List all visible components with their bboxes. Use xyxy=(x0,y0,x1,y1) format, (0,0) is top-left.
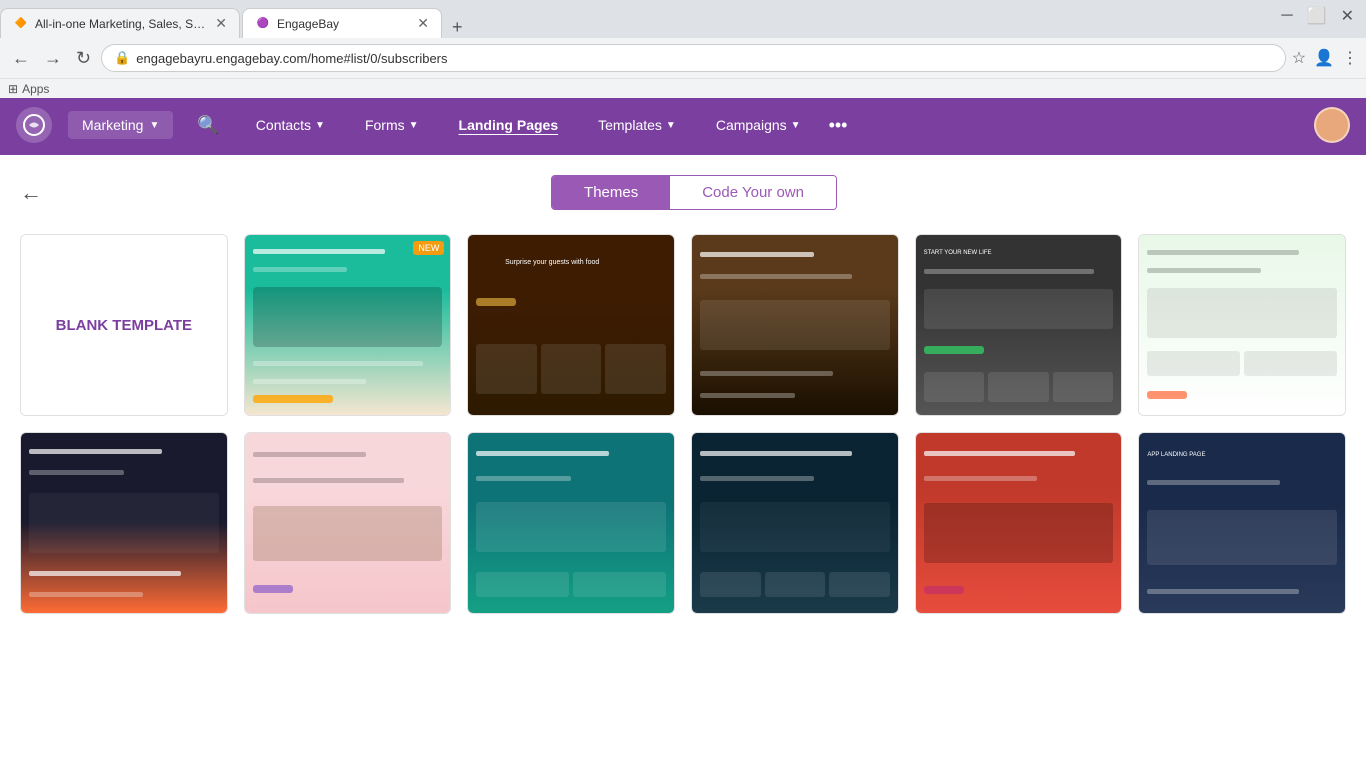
contacts-nav[interactable]: Contacts ▼ xyxy=(244,117,337,133)
apps-label: Apps xyxy=(22,82,49,96)
marketing-label: Marketing xyxy=(82,117,143,133)
tech-template-thumb xyxy=(468,433,674,613)
extensions-icon[interactable]: ⋮ xyxy=(1342,48,1358,68)
marketing-nav-button[interactable]: Marketing ▼ xyxy=(68,111,173,139)
back-button[interactable]: ← xyxy=(20,180,42,206)
templates-dropdown-icon: ▼ xyxy=(666,120,676,131)
user-avatar[interactable] xyxy=(1314,107,1350,143)
top-bar: ← Themes Code Your own xyxy=(20,175,1346,210)
campaigns-nav[interactable]: Campaigns ▼ xyxy=(704,117,813,133)
browser-tab-1[interactable]: 🔶 All-in-one Marketing, Sales, Sup... ✕ xyxy=(0,8,240,38)
interior-template-thumb xyxy=(245,433,451,613)
back-navigation-button[interactable]: ← xyxy=(8,44,34,73)
engagebay-logo-icon xyxy=(23,114,45,136)
landing-pages-nav[interactable]: Landing Pages xyxy=(447,117,571,133)
close-button[interactable]: ✕ xyxy=(1341,6,1354,26)
content-area: ← Themes Code Your own BLANK TEMPLATE NE… xyxy=(0,155,1366,768)
template-card-event[interactable] xyxy=(691,432,899,614)
event-template-thumb xyxy=(692,433,898,613)
new-badge: NEW xyxy=(413,241,444,255)
app-logo[interactable] xyxy=(16,107,52,143)
template-card-lipstick[interactable] xyxy=(915,432,1123,614)
marketing-dropdown-icon: ▼ xyxy=(149,120,159,131)
user-profile-icon[interactable]: 👤 xyxy=(1314,48,1334,68)
forward-navigation-button[interactable]: → xyxy=(40,44,66,73)
tab-title-2: EngageBay xyxy=(277,17,411,31)
campaigns-dropdown-icon: ▼ xyxy=(791,120,801,131)
contacts-dropdown-icon: ▼ xyxy=(315,120,325,131)
template-card-medical[interactable]: START YOUR NEW LIFE xyxy=(915,234,1123,416)
tab-icon-1: 🔶 xyxy=(13,16,29,32)
tab-title-1: All-in-one Marketing, Sales, Sup... xyxy=(35,17,209,31)
apps-grid-icon: ⊞ xyxy=(8,82,18,96)
app-template-thumb: APP LANDING PAGE xyxy=(1139,433,1345,613)
browser-tab-2[interactable]: 🟣 EngageBay ✕ xyxy=(242,8,442,38)
template-card-tech[interactable] xyxy=(467,432,675,614)
maximize-button[interactable]: ⬜ xyxy=(1307,6,1327,26)
app-header: Marketing ▼ 🔍 Contacts ▼ Forms ▼ Landing… xyxy=(0,95,1366,155)
tab-close-2[interactable]: ✕ xyxy=(417,15,429,32)
templates-nav[interactable]: Templates ▼ xyxy=(586,117,688,133)
address-text: engagebayru.engagebay.com/home#list/0/su… xyxy=(136,51,447,66)
forms-dropdown-icon: ▼ xyxy=(409,120,419,131)
coffee-template-thumb xyxy=(692,235,898,415)
food-template-thumb: Surprise your guests with food xyxy=(468,235,674,415)
tab-close-1[interactable]: ✕ xyxy=(215,15,227,32)
education-template-thumb xyxy=(1139,235,1345,415)
reload-button[interactable]: ↻ xyxy=(72,44,95,73)
address-bar[interactable]: 🔒 engagebayru.engagebay.com/home#list/0/… xyxy=(101,44,1286,72)
blank-template-label: BLANK TEMPLATE xyxy=(56,315,192,336)
view-tab-group: Themes Code Your own xyxy=(551,175,837,210)
template-grid: BLANK TEMPLATE NEW Surprise y xyxy=(20,234,1346,614)
template-card-education[interactable] xyxy=(1138,234,1346,416)
corporate-template-thumb xyxy=(21,433,227,613)
lock-icon: 🔒 xyxy=(114,50,130,66)
forms-nav[interactable]: Forms ▼ xyxy=(353,117,431,133)
code-your-own-tab[interactable]: Code Your own xyxy=(670,176,836,209)
medical-template-thumb: START YOUR NEW LIFE xyxy=(916,235,1122,415)
minimize-button[interactable]: ─ xyxy=(1281,7,1292,25)
bookmark-icon[interactable]: ☆ xyxy=(1292,48,1306,68)
themes-tab[interactable]: Themes xyxy=(552,176,670,209)
search-button[interactable]: 🔍 xyxy=(189,107,227,144)
more-options-button[interactable]: ••• xyxy=(829,115,848,136)
template-card-blank[interactable]: BLANK TEMPLATE xyxy=(20,234,228,416)
template-card-coffee[interactable] xyxy=(691,234,899,416)
template-card-interior[interactable] xyxy=(244,432,452,614)
blank-template-preview: BLANK TEMPLATE xyxy=(21,235,227,415)
headphones-template-thumb: NEW xyxy=(245,235,451,415)
tab-icon-2: 🟣 xyxy=(255,16,271,32)
template-card-app[interactable]: APP LANDING PAGE xyxy=(1138,432,1346,614)
template-card-food[interactable]: Surprise your guests with food xyxy=(467,234,675,416)
template-card-headphones[interactable]: NEW xyxy=(244,234,452,416)
template-card-corporate[interactable] xyxy=(20,432,228,614)
new-tab-button[interactable]: + xyxy=(444,17,471,38)
lipstick-template-thumb xyxy=(916,433,1122,613)
